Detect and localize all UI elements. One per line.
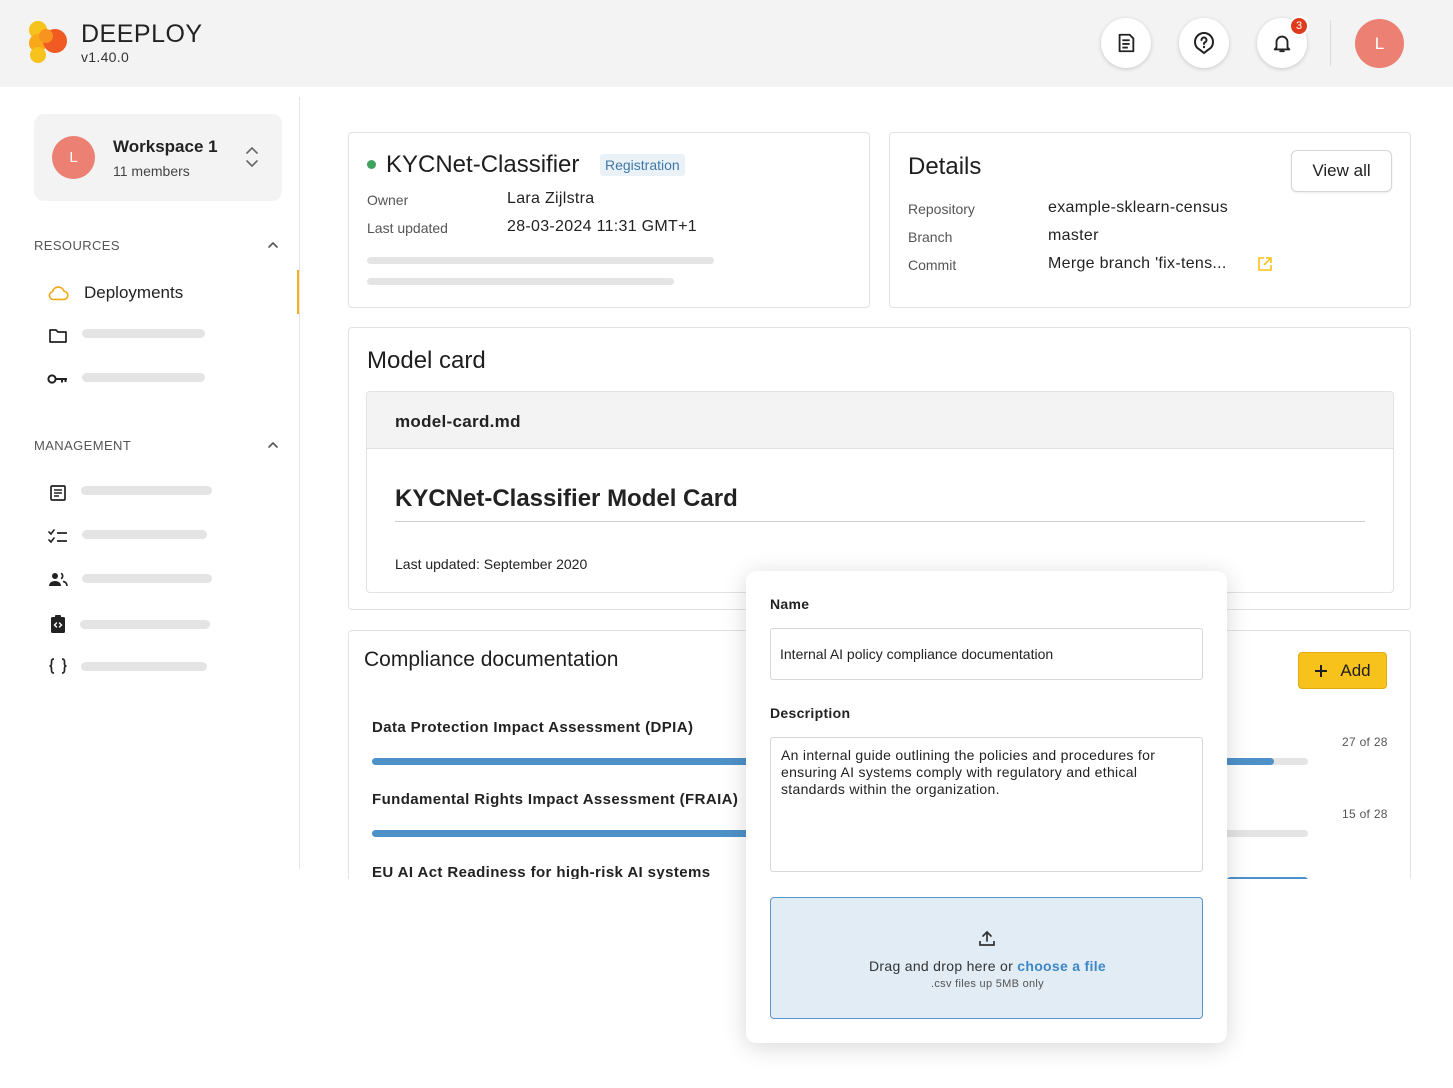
resources-collapse-icon[interactable] xyxy=(266,240,280,250)
compliance-title: Compliance documentation xyxy=(364,648,619,671)
registration-badge: Registration xyxy=(600,154,685,176)
view-all-button[interactable]: View all xyxy=(1291,150,1392,192)
model-summary-card: KYCNet-Classifier Registration Owner Lar… xyxy=(348,132,870,308)
markdown-heading: KYCNet-Classifier Model Card xyxy=(395,485,738,512)
model-card-title: Model card xyxy=(367,347,486,374)
compliance-count: 15 of 28 xyxy=(1342,807,1388,821)
management-collapse-icon[interactable] xyxy=(266,440,280,450)
last-updated-value: 28-03-2024 11:31 GMT+1 xyxy=(507,218,697,235)
description-label: Description xyxy=(770,705,851,721)
repository-label: Repository xyxy=(908,201,975,217)
management-section-label: MANAGEMENT xyxy=(34,438,132,453)
group-icon xyxy=(47,569,69,589)
upload-icon xyxy=(979,930,995,946)
help-icon xyxy=(1193,31,1215,55)
top-divider xyxy=(1330,20,1331,66)
sidebar-item-placeholder[interactable] xyxy=(82,329,205,338)
last-updated-label: Last updated xyxy=(367,220,448,236)
plus-icon xyxy=(1315,664,1328,677)
notifications-button[interactable]: 3 xyxy=(1257,16,1309,68)
dropzone-hint: .csv files up 5MB only xyxy=(931,978,1044,990)
cloud-icon xyxy=(47,283,69,303)
file-dropzone[interactable]: Drag and drop here or choose a file .csv… xyxy=(770,897,1203,1019)
sidebar-item-placeholder[interactable] xyxy=(82,373,205,382)
folder-icon xyxy=(47,326,69,346)
checklist-icon xyxy=(47,526,69,546)
sidebar-item-placeholder[interactable] xyxy=(82,530,207,539)
markdown-filename: model-card.md xyxy=(395,412,521,431)
commit-value: Merge branch 'fix-tens... xyxy=(1048,255,1227,272)
top-bar: DEEPLOY v1.40.0 3 L xyxy=(0,0,1453,87)
external-link-icon[interactable] xyxy=(1257,256,1273,272)
markdown-divider xyxy=(395,521,1365,522)
dropzone-instruction: Drag and drop here or xyxy=(869,958,1014,974)
code-clipboard-icon xyxy=(47,614,69,634)
sidebar-item-placeholder[interactable] xyxy=(81,662,207,671)
deeploy-logo xyxy=(29,21,67,63)
owner-value: Lara Zijlstra xyxy=(507,190,595,207)
compliance-progress-fill xyxy=(1227,877,1308,879)
help-button[interactable] xyxy=(1179,18,1229,68)
compliance-item-title[interactable]: Data Protection Impact Assessment (DPIA) xyxy=(372,719,693,736)
workspace-switcher[interactable]: L Workspace 1 11 members xyxy=(34,114,282,201)
branch-value: master xyxy=(1048,227,1099,244)
repository-value: example-sklearn-census xyxy=(1048,199,1229,216)
key-icon xyxy=(47,369,69,389)
article-icon xyxy=(47,483,69,503)
sidebar-item-placeholder[interactable] xyxy=(81,486,212,495)
sidebar-divider xyxy=(299,97,300,869)
owner-label: Owner xyxy=(367,192,409,208)
markdown-viewer: model-card.md KYCNet-Classifier Model Ca… xyxy=(366,391,1394,593)
user-avatar[interactable]: L xyxy=(1355,19,1404,68)
sidebar-item-placeholder[interactable] xyxy=(80,620,210,629)
app-version: v1.40.0 xyxy=(81,49,130,65)
model-name: KYCNet-Classifier xyxy=(386,151,580,178)
add-document-dialog: Name Description An internal guide outli… xyxy=(746,571,1227,1043)
docs-button[interactable] xyxy=(1101,18,1151,68)
add-document-button[interactable]: Add xyxy=(1298,652,1387,689)
sidebar-item-deployments[interactable]: Deployments xyxy=(84,283,183,303)
workspace-name: Workspace 1 xyxy=(113,137,218,156)
compliance-item-title[interactable]: Fundamental Rights Impact Assessment (FR… xyxy=(372,791,738,808)
markdown-header: model-card.md xyxy=(367,392,1393,449)
expand-collapse-icon xyxy=(246,146,258,168)
compliance-item-title[interactable]: EU AI Act Readiness for high-risk AI sys… xyxy=(372,864,711,879)
content-placeholder xyxy=(367,278,674,285)
model-card-section: Model card model-card.md KYCNet-Classifi… xyxy=(348,327,1411,610)
choose-file-link[interactable]: choose a file xyxy=(1017,958,1106,974)
branch-label: Branch xyxy=(908,229,953,245)
notification-count-badge: 3 xyxy=(1289,16,1309,36)
sidebar-item-placeholder[interactable] xyxy=(82,574,212,583)
name-label: Name xyxy=(770,596,810,612)
markdown-text: Last updated: September 2020 xyxy=(395,556,588,572)
bell-icon xyxy=(1273,35,1291,53)
content-placeholder xyxy=(367,257,714,264)
details-card: Details View all Repository example-skle… xyxy=(889,132,1411,308)
details-title: Details xyxy=(908,153,982,180)
document-icon xyxy=(1118,33,1135,53)
name-input[interactable] xyxy=(770,628,1203,680)
workspace-members: 11 members xyxy=(113,163,190,179)
compliance-count: 27 of 28 xyxy=(1342,735,1388,749)
resources-section-label: RESOURCES xyxy=(34,238,120,253)
workspace-avatar: L xyxy=(52,136,95,179)
dropzone-text: Drag and drop here or choose a file xyxy=(771,958,1204,974)
add-button-label: Add xyxy=(1340,660,1371,680)
description-textarea[interactable]: An internal guide outlining the policies… xyxy=(770,737,1203,872)
app-name: DEEPLOY xyxy=(81,20,203,48)
commit-label: Commit xyxy=(908,257,957,273)
status-dot xyxy=(367,160,376,169)
code-braces-icon xyxy=(47,656,69,676)
